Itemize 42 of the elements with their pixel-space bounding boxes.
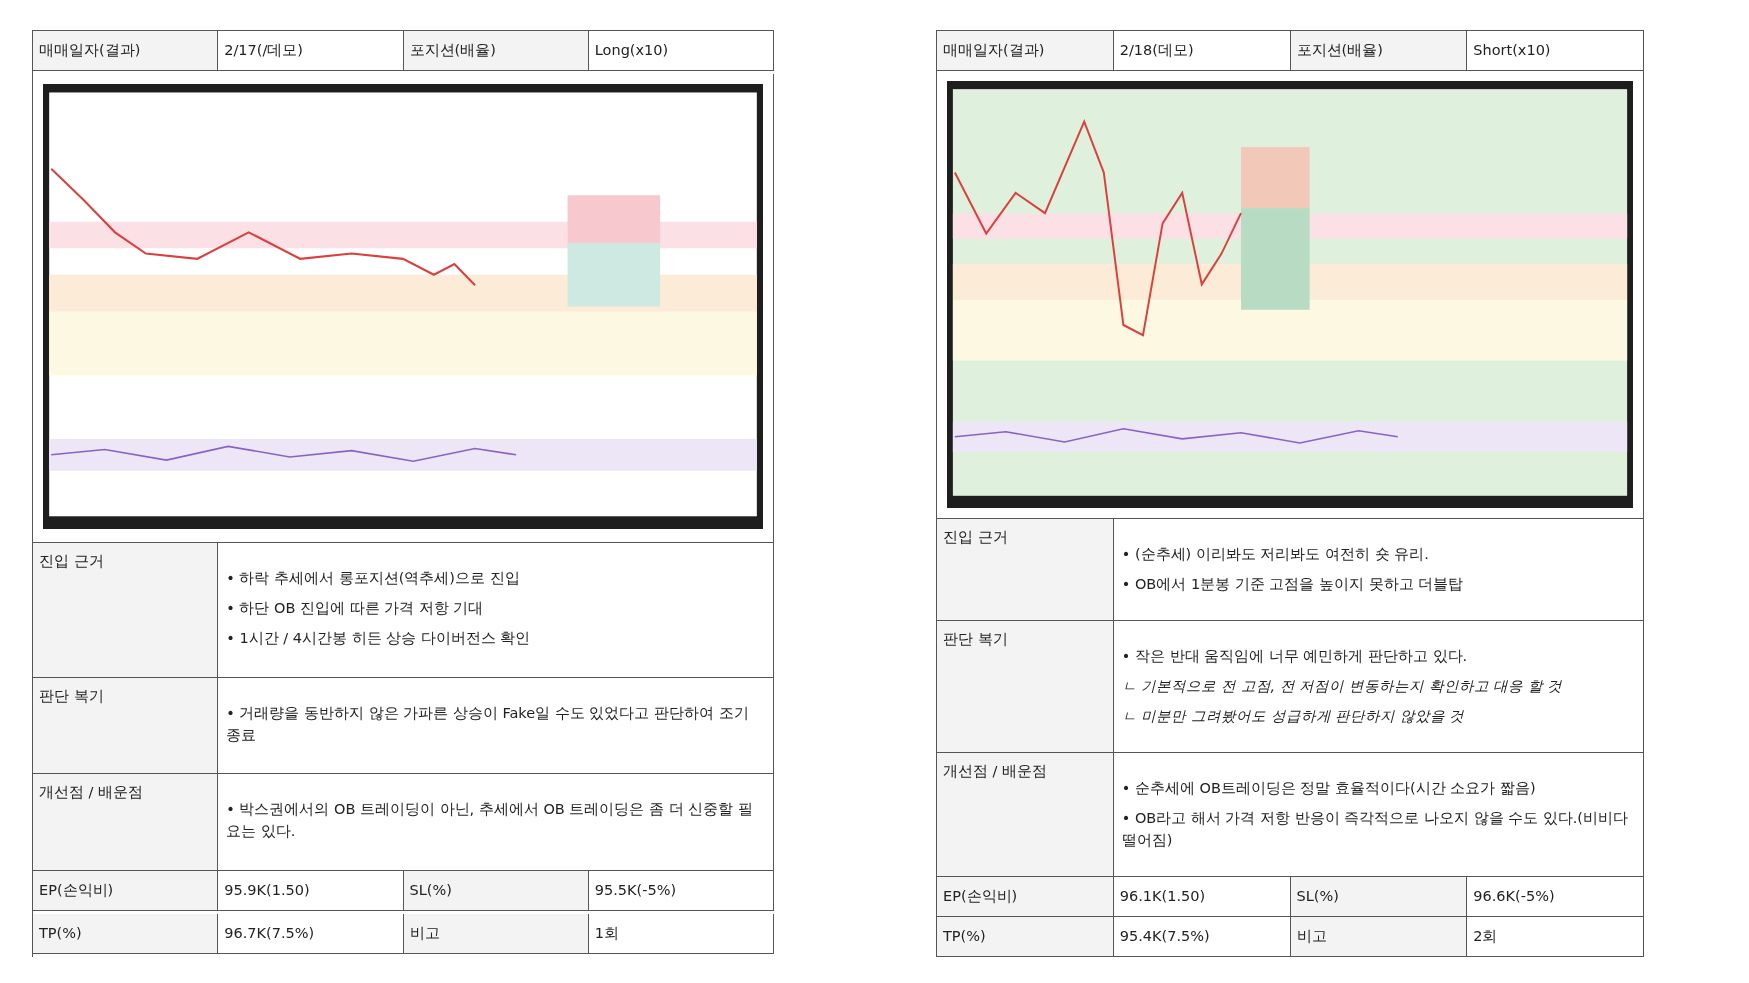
- field-value: Long(x10): [588, 31, 774, 71]
- field-label: 비고: [1290, 917, 1468, 957]
- bullet-text: • 작은 반대 움직임에 너무 예민하게 판단하고 있다.: [1121, 647, 1469, 666]
- field-label: 매매일자(결과): [33, 31, 219, 71]
- bullet-text: • OB라고 해서 가격 저항 반응이 즉각적으로 나오지 않을 수도 있다.(비비다 떨어짐): [1121, 809, 1630, 850]
- bullet-text: • 1시간 / 4시간봉 히든 상승 다이버전스 확인: [226, 628, 532, 648]
- field-value: 1회: [588, 914, 774, 955]
- bullet-text: • 순추세에 OB트레이딩은 정말 효율적이다(시간 소요가 짧음): [1121, 779, 1537, 798]
- field-value: 2/18(데모): [1113, 31, 1291, 71]
- section-label: 판단 복기: [937, 621, 1114, 753]
- bullet-text: • 거래량을 동반하지 않은 가파른 상승이 Fake일 수도 있었다고 판단하여 조기 종료: [226, 703, 750, 745]
- field-label: TP(%): [937, 917, 1114, 957]
- bullet-text: • 하락 추세에서 롱포지션(역추세)으로 진입: [226, 568, 521, 588]
- field-value: Short(x10): [1467, 31, 1644, 71]
- field-label: TP(%): [33, 914, 219, 955]
- field-label: EP(손익비): [937, 877, 1114, 917]
- section-label: 진입 근거: [937, 519, 1114, 621]
- field-label: SL(%): [1290, 877, 1468, 917]
- bullet-text: • OB에서 1분봉 기준 고점을 높이지 못하고 더블탑: [1121, 575, 1465, 594]
- field-value: 95.9K(1.50): [218, 871, 404, 912]
- section-label: 개선점 / 배운점: [33, 774, 219, 872]
- field-label: 포지션(배율): [1290, 31, 1468, 71]
- field-value: 2/17(/데모): [218, 31, 404, 71]
- field-label: 매매일자(결과): [937, 31, 1114, 71]
- bullet-text: • 박스권에서의 OB 트레이딩이 아닌, 추세에서 OB 트레이딩은 좀 더 신중할 필요는 있다.: [226, 800, 754, 842]
- field-value: 96.6K(-5%): [1467, 877, 1644, 917]
- section-label: 판단 복기: [33, 677, 219, 775]
- bullet-text: • 하단 OB 진입에 따른 가격 저항 기대: [226, 598, 485, 618]
- field-label: 포지션(배율): [403, 31, 589, 71]
- note-text: ㄴ 기본적으로 전 고점, 전 저점이 변동하는지 확인하고 대응 할 것: [1121, 677, 1564, 696]
- field-label: SL(%): [403, 871, 589, 912]
- field-label: 비고: [403, 914, 589, 955]
- section-label: 개선점 / 배운점: [937, 753, 1114, 877]
- section-label: 진입 근거: [33, 542, 219, 678]
- field-value: 96.1K(1.50): [1113, 877, 1291, 917]
- field-value: 95.4K(7.5%): [1113, 917, 1291, 957]
- note-text: ㄴ 미분만 그려봤어도 성급하게 판단하지 않았을 것: [1121, 707, 1466, 726]
- field-label: EP(손익비): [33, 871, 219, 912]
- bullet-text: • (순추세) 이리봐도 저리봐도 여전히 숏 유리.: [1121, 545, 1430, 564]
- field-value: 2회: [1467, 917, 1644, 957]
- field-value: 96.7K(7.5%): [218, 914, 404, 955]
- field-value: 95.5K(-5%): [588, 871, 774, 912]
